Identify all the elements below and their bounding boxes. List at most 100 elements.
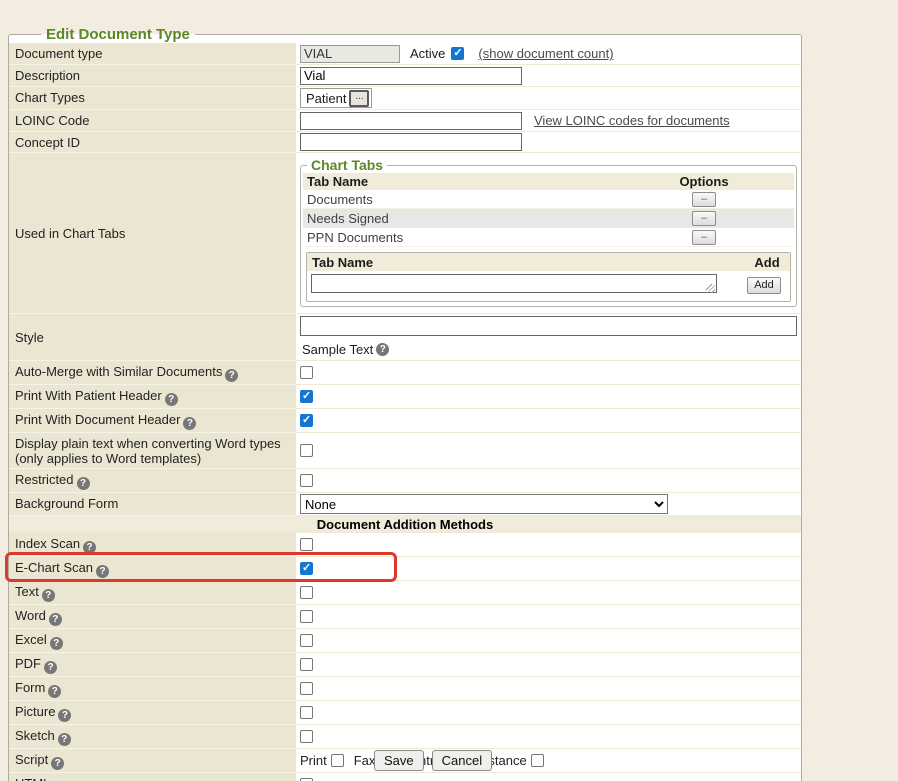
tab-name-cell: Needs Signed [303, 211, 614, 226]
table-row: PPN Documents – [303, 228, 794, 247]
chart-types-value-box: Patient ... [300, 88, 372, 108]
index-scan-label: Index Scan [15, 536, 80, 551]
print-patient-header-checkbox[interactable] [300, 390, 313, 403]
help-icon[interactable] [58, 733, 71, 746]
row-e-chart-scan: E-Chart Scan [9, 557, 801, 581]
row-concept-id: Concept ID [9, 132, 801, 153]
help-icon[interactable] [48, 685, 61, 698]
pdf-label: PDF [15, 656, 41, 671]
print-patient-header-label: Print With Patient Header [15, 388, 162, 403]
tab-name-column-header: Tab Name [303, 174, 614, 189]
row-used-in-chart-tabs: Used in Chart Tabs Chart Tabs Tab Name O… [9, 153, 801, 314]
remove-tab-button[interactable]: – [692, 230, 716, 245]
edit-document-type-fieldset: Edit Document Type Document type Active … [8, 26, 802, 781]
script-print-label: Print [300, 753, 327, 768]
form-label: Form [15, 680, 45, 695]
row-print-document-header: Print With Document Header [9, 409, 801, 433]
help-icon[interactable] [225, 369, 238, 382]
row-form: Form [9, 677, 801, 701]
show-document-count-link[interactable]: (show document count) [478, 46, 613, 61]
style-label: Style [9, 314, 296, 361]
index-scan-checkbox[interactable] [300, 538, 313, 551]
text-checkbox[interactable] [300, 586, 313, 599]
row-display-plain-text: Display plain text when converting Word … [9, 433, 801, 469]
row-style: Style Sample Text [9, 314, 801, 361]
script-controlled-substance-checkbox[interactable] [531, 754, 544, 767]
tab-name-cell: Documents [303, 192, 614, 207]
background-form-select[interactable]: None [300, 494, 668, 514]
style-input[interactable] [300, 316, 797, 336]
row-document-type: Document type Active (show document coun… [9, 43, 801, 65]
display-plain-text-label: Display plain text when converting Word … [9, 433, 296, 469]
e-chart-scan-checkbox[interactable] [300, 562, 313, 575]
chart-types-browse-button[interactable]: ... [349, 90, 369, 107]
print-document-header-checkbox[interactable] [300, 414, 313, 427]
help-icon[interactable] [376, 343, 389, 356]
background-form-label: Background Form [9, 493, 296, 516]
add-tab-panel: Tab Name Add Add [306, 252, 791, 302]
active-checkbox[interactable] [451, 47, 464, 60]
remove-tab-button[interactable]: – [692, 192, 716, 207]
page: Edit Document Type Document type Active … [0, 0, 898, 781]
active-label: Active [410, 46, 445, 61]
script-print-checkbox[interactable] [331, 754, 344, 767]
help-icon[interactable] [96, 565, 109, 578]
display-plain-text-checkbox[interactable] [300, 444, 313, 457]
chart-types-value: Patient [306, 91, 346, 106]
table-row: Needs Signed – [303, 209, 794, 228]
save-button[interactable]: Save [374, 750, 424, 771]
auto-merge-checkbox[interactable] [300, 366, 313, 379]
form-checkbox[interactable] [300, 682, 313, 695]
pdf-checkbox[interactable] [300, 658, 313, 671]
help-icon[interactable] [77, 477, 90, 490]
picture-label: Picture [15, 704, 55, 719]
help-icon[interactable] [165, 393, 178, 406]
html-label: HTML [15, 776, 50, 781]
remove-tab-button[interactable]: – [692, 211, 716, 226]
help-icon[interactable] [83, 541, 96, 554]
chart-tabs-fieldset: Chart Tabs Tab Name Options Documents – … [300, 157, 797, 307]
row-text: Text [9, 581, 801, 605]
add-tab-button[interactable]: Add [747, 277, 781, 294]
document-type-label: Document type [9, 43, 296, 65]
word-checkbox[interactable] [300, 610, 313, 623]
restricted-checkbox[interactable] [300, 474, 313, 487]
text-label: Text [15, 584, 39, 599]
restricted-label: Restricted [15, 472, 74, 487]
add-column-header: Add [744, 255, 790, 270]
chart-tabs-table-header: Tab Name Options [303, 173, 794, 190]
description-label: Description [9, 65, 296, 87]
e-chart-scan-label: E-Chart Scan [15, 560, 93, 575]
row-excel: Excel [9, 629, 801, 653]
help-icon[interactable] [42, 589, 55, 602]
script-label: Script [15, 752, 48, 767]
help-icon[interactable] [183, 417, 196, 430]
document-type-input[interactable] [300, 45, 400, 63]
add-tab-header: Tab Name Add [307, 253, 790, 271]
concept-id-label: Concept ID [9, 132, 296, 153]
help-icon[interactable] [58, 709, 71, 722]
view-loinc-codes-link[interactable]: View LOINC codes for documents [534, 113, 730, 128]
help-icon[interactable] [49, 613, 62, 626]
row-html: HTML [9, 773, 801, 781]
row-print-patient-header: Print With Patient Header [9, 385, 801, 409]
excel-checkbox[interactable] [300, 634, 313, 647]
help-icon[interactable] [51, 757, 64, 770]
loinc-code-input[interactable] [300, 112, 522, 130]
description-input[interactable] [300, 67, 522, 85]
picture-checkbox[interactable] [300, 706, 313, 719]
auto-merge-label: Auto-Merge with Similar Documents [15, 364, 222, 379]
row-index-scan: Index Scan [9, 533, 801, 557]
section-header-document-addition-methods: Document Addition Methods [9, 516, 801, 533]
help-icon[interactable] [44, 661, 57, 674]
cancel-button[interactable]: Cancel [432, 750, 492, 771]
new-tab-name-input[interactable] [311, 274, 717, 293]
print-document-header-label: Print With Document Header [15, 412, 180, 427]
row-restricted: Restricted [9, 469, 801, 493]
script-fax-label: Fax [354, 753, 376, 768]
help-icon[interactable] [50, 637, 63, 650]
sketch-checkbox[interactable] [300, 730, 313, 743]
concept-id-input[interactable] [300, 133, 522, 151]
sample-text-label: Sample Text [302, 342, 373, 357]
chart-types-label: Chart Types [9, 87, 296, 110]
